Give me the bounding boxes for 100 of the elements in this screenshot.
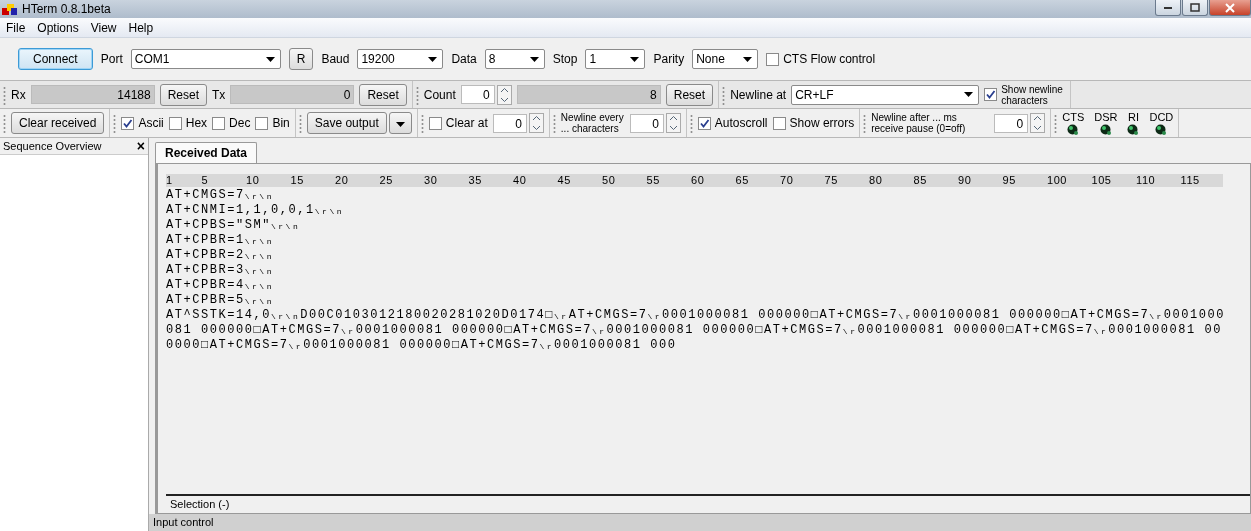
- close-button[interactable]: [1209, 0, 1251, 16]
- checkbox[interactable]: CTS Flow control: [766, 52, 876, 66]
- counter-field: 0: [230, 85, 355, 104]
- checkbox[interactable]: Show errors: [772, 116, 855, 130]
- field-label: Data: [451, 52, 477, 66]
- maximize-button[interactable]: [1182, 0, 1208, 16]
- close-button[interactable]: ×: [136, 139, 145, 153]
- minimize-icon: [1164, 6, 1172, 9]
- ruler-number: 80: [869, 174, 883, 187]
- toolbar-grip-icon[interactable]: [863, 113, 867, 133]
- toolbar-button[interactable]: R: [288, 48, 314, 70]
- checkbox[interactable]: Dec: [212, 116, 251, 130]
- toolbar-grip-icon[interactable]: [420, 113, 424, 133]
- ruler-number: 75: [824, 174, 838, 187]
- led-icon: [1155, 123, 1168, 136]
- toolbar-button[interactable]: Save output: [306, 112, 387, 134]
- caret-icon: [265, 56, 275, 62]
- input-control-header: Input control: [149, 514, 1251, 531]
- ruler-number: 95: [1002, 174, 1016, 187]
- caret-icon: [395, 122, 405, 127]
- dropdown-field[interactable]: 19200: [357, 49, 444, 69]
- caret-icon: [630, 56, 640, 62]
- dropdown-field[interactable]: 8: [484, 49, 545, 69]
- ruler-number: 55: [646, 174, 660, 187]
- caret-icon: [964, 92, 974, 97]
- checkbox[interactable]: Clear at: [428, 116, 488, 130]
- window-title: HTerm 0.8.1beta: [22, 2, 111, 16]
- checkbox[interactable]: Bin: [255, 116, 290, 130]
- counter-field: 14188: [30, 85, 155, 104]
- ruler-number: 1: [166, 174, 173, 187]
- field-label: Port: [100, 52, 123, 66]
- signal-label: DCD: [1149, 110, 1174, 123]
- checkbox[interactable]: Show newline characters: [984, 83, 1066, 106]
- toolbar-grip-icon[interactable]: [113, 113, 117, 133]
- ruler-number: 40: [513, 174, 527, 187]
- menu-item[interactable]: View: [84, 20, 123, 35]
- toolbar-button[interactable]: Connect: [18, 48, 93, 70]
- ruler-number: 35: [468, 174, 482, 187]
- menu-item[interactable]: Options: [31, 20, 85, 35]
- toolbar-button[interactable]: Reset: [359, 83, 407, 106]
- signal-label: CTS: [1062, 110, 1085, 123]
- dropdown-button[interactable]: [388, 112, 412, 134]
- ruler-number: 15: [290, 174, 304, 187]
- field-label: Parity: [653, 52, 685, 66]
- ruler-number: 50: [602, 174, 616, 187]
- toolbar-button[interactable]: Clear received: [11, 112, 105, 134]
- close-icon: [1225, 2, 1235, 13]
- caret-icon: [743, 56, 753, 62]
- panel-title: Sequence Overview: [3, 140, 102, 152]
- ruler-number: 5: [201, 174, 209, 187]
- toolbar-grip-icon[interactable]: [3, 113, 6, 133]
- checkbox[interactable]: Hex: [168, 116, 208, 130]
- field-label: Rx: [11, 87, 26, 102]
- minimize-button[interactable]: [1155, 0, 1181, 16]
- led-icon: [1067, 123, 1080, 136]
- checkbox[interactable]: Autoscroll: [697, 116, 768, 130]
- app-logo-icon: [2, 2, 18, 16]
- dropdown-field[interactable]: 1: [585, 49, 646, 69]
- menu-item[interactable]: File: [0, 20, 32, 35]
- dropdown-field[interactable]: None: [692, 49, 759, 69]
- toolbar-grip-icon[interactable]: [415, 84, 419, 105]
- ruler-number: 65: [735, 174, 749, 187]
- caret-icon: [529, 56, 539, 62]
- toolbar-grip-icon[interactable]: [722, 84, 726, 105]
- toolbar-grip-icon[interactable]: [1054, 113, 1058, 133]
- ruler-number: 45: [557, 174, 571, 187]
- ruler-number: 100: [1047, 174, 1067, 187]
- counter-field: 8: [516, 85, 661, 104]
- field-label: Newline every ... characters: [560, 112, 625, 134]
- ruler-number: 110: [1136, 174, 1156, 187]
- dropdown-field[interactable]: CR+LF: [791, 84, 980, 105]
- toolbar-button[interactable]: Reset: [159, 83, 208, 106]
- tab[interactable]: Received Data: [155, 142, 258, 163]
- number-field[interactable]: 0: [492, 113, 527, 133]
- toolbar-grip-icon[interactable]: [552, 113, 556, 133]
- ruler-number: 105: [1091, 174, 1112, 187]
- check-icon: [985, 89, 997, 100]
- field-label: Newline at: [730, 87, 787, 102]
- toolbar-grip-icon[interactable]: [3, 84, 6, 105]
- checkbox[interactable]: Ascii: [121, 116, 164, 130]
- number-field[interactable]: 0: [460, 85, 495, 104]
- ruler-number: 115: [1180, 174, 1200, 187]
- ruler-number: 25: [379, 174, 393, 187]
- toolbar-button[interactable]: Reset: [665, 83, 714, 106]
- toolbar-grip-icon[interactable]: [298, 113, 302, 133]
- led-icon: [1099, 123, 1112, 136]
- dropdown-field[interactable]: COM1: [130, 49, 281, 69]
- ruler-number: 30: [424, 174, 438, 187]
- toolbar-grip-icon[interactable]: [689, 113, 693, 133]
- signal-label: RI: [1127, 110, 1139, 123]
- number-field[interactable]: 0: [994, 113, 1029, 133]
- ruler-number: 10: [246, 174, 260, 187]
- ruler-number: 70: [780, 174, 794, 187]
- number-field[interactable]: 0: [629, 113, 664, 133]
- ruler-number: 85: [913, 174, 927, 187]
- field-label: Newline after ... ms receive pause (0=off): [871, 112, 967, 134]
- led-icon: [1127, 123, 1140, 136]
- field-label: Tx: [212, 87, 226, 102]
- field-label: Baud: [321, 52, 350, 66]
- menu-item[interactable]: Help: [122, 20, 160, 35]
